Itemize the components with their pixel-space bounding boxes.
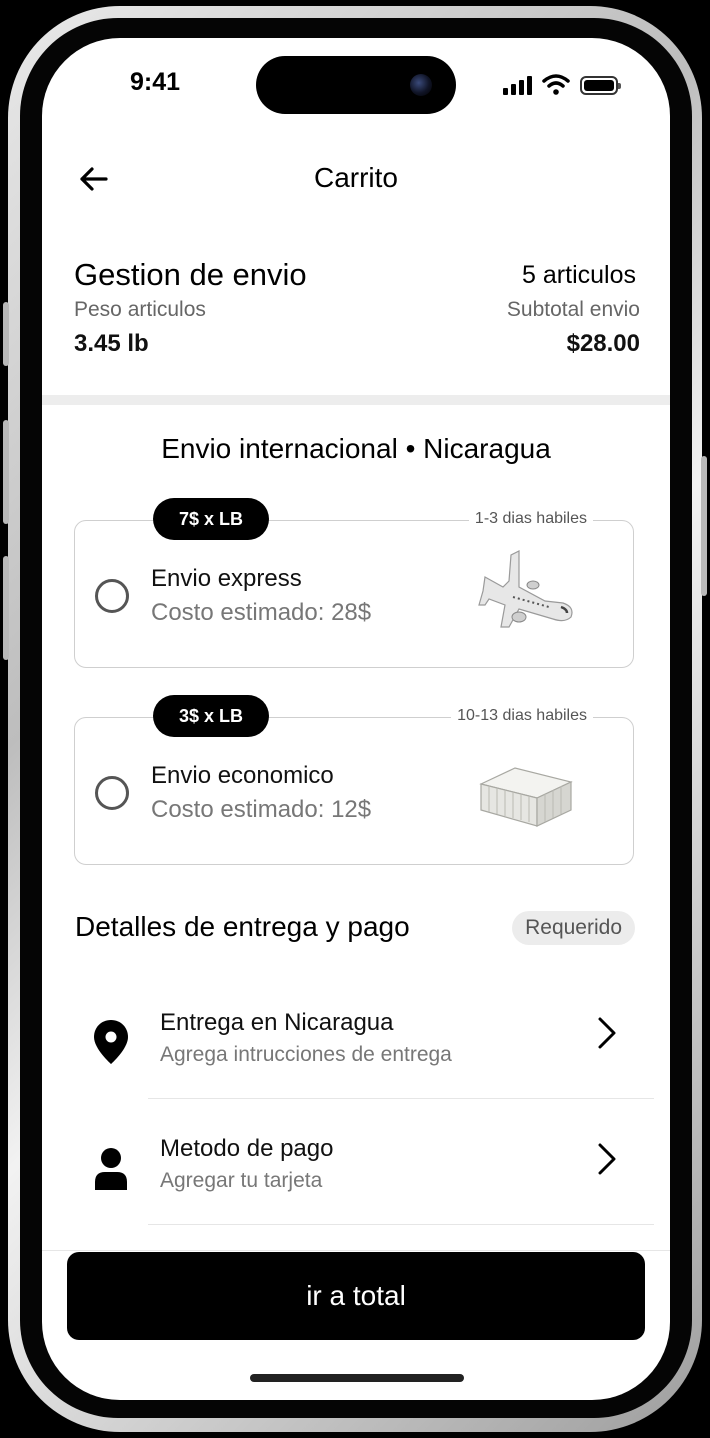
rate-badge: 3$ x LB — [153, 695, 269, 737]
summary-title: Gestion de envio — [74, 257, 307, 292]
status-icons — [503, 74, 621, 95]
payment-row[interactable]: Metodo de pago Agregar tu tarjeta — [42, 1100, 670, 1224]
option-name: Envio express — [151, 565, 302, 592]
row-subtitle: Agregar tu tarjeta — [160, 1169, 323, 1192]
option-cost: Costo estimado: 28$ — [151, 599, 372, 626]
location-pin-icon — [94, 1020, 128, 1064]
chevron-right-icon — [598, 1017, 616, 1049]
weight-value: 3.45 lb — [74, 330, 149, 357]
dynamic-island — [256, 56, 456, 114]
delivery-days: 10-13 dias habiles — [451, 707, 593, 725]
rate-badge: 7$ x LB — [153, 498, 269, 540]
home-indicator[interactable] — [250, 1374, 464, 1382]
airplane-icon — [478, 550, 573, 628]
screen: 9:41 Carrito Gestion de envio 5 articulo… — [42, 38, 670, 1400]
wifi-icon — [542, 74, 570, 95]
chevron-right-icon — [598, 1143, 616, 1175]
weight-label: Peso articulos — [74, 298, 206, 321]
shipping-section-title: Envio internacional • Nicaragua — [161, 433, 551, 464]
radio-button[interactable] — [95, 776, 129, 810]
row-subtitle: Agrega intrucciones de entrega — [160, 1043, 452, 1066]
page-title: Carrito — [313, 162, 398, 193]
radio-button[interactable] — [95, 579, 129, 613]
option-cost: Costo estimado: 12$ — [151, 796, 372, 823]
volume-down-button — [3, 556, 9, 660]
item-count: 5 articulos — [522, 261, 636, 289]
bottom-divider — [42, 1250, 670, 1251]
battery-icon — [580, 76, 621, 95]
action-button — [3, 302, 9, 366]
option-name: Envio economico — [151, 762, 334, 789]
subtotal-value: $28.00 — [566, 330, 640, 357]
delivery-days: 1-3 dias habiles — [468, 510, 593, 528]
shipping-container-icon — [479, 767, 573, 827]
section-divider — [42, 395, 670, 405]
status-time: 9:41 — [130, 68, 181, 96]
row-divider — [148, 1224, 654, 1225]
row-title: Metodo de pago — [160, 1135, 334, 1162]
signal-icon — [503, 75, 532, 95]
shipping-option-economico[interactable]: 3$ x LB 10-13 dias habiles Envio economi… — [74, 695, 634, 865]
shipping-option-express[interactable]: 7$ x LB 1-3 dias habiles Envio express C… — [74, 498, 634, 668]
required-badge: Requerido — [512, 911, 635, 945]
camera-icon — [410, 74, 432, 96]
subtotal-label: Subtotal envio — [506, 298, 640, 321]
row-title: Entrega en Nicaragua — [160, 1009, 394, 1036]
details-title: Detalles de entrega y pago — [75, 911, 410, 942]
go-to-total-button[interactable]: ir a total — [67, 1252, 645, 1340]
user-icon — [95, 1148, 127, 1190]
power-button — [701, 456, 707, 596]
delivery-row[interactable]: Entrega en Nicaragua Agrega intrucciones… — [42, 974, 670, 1098]
row-divider — [148, 1098, 654, 1099]
volume-up-button — [3, 420, 9, 524]
